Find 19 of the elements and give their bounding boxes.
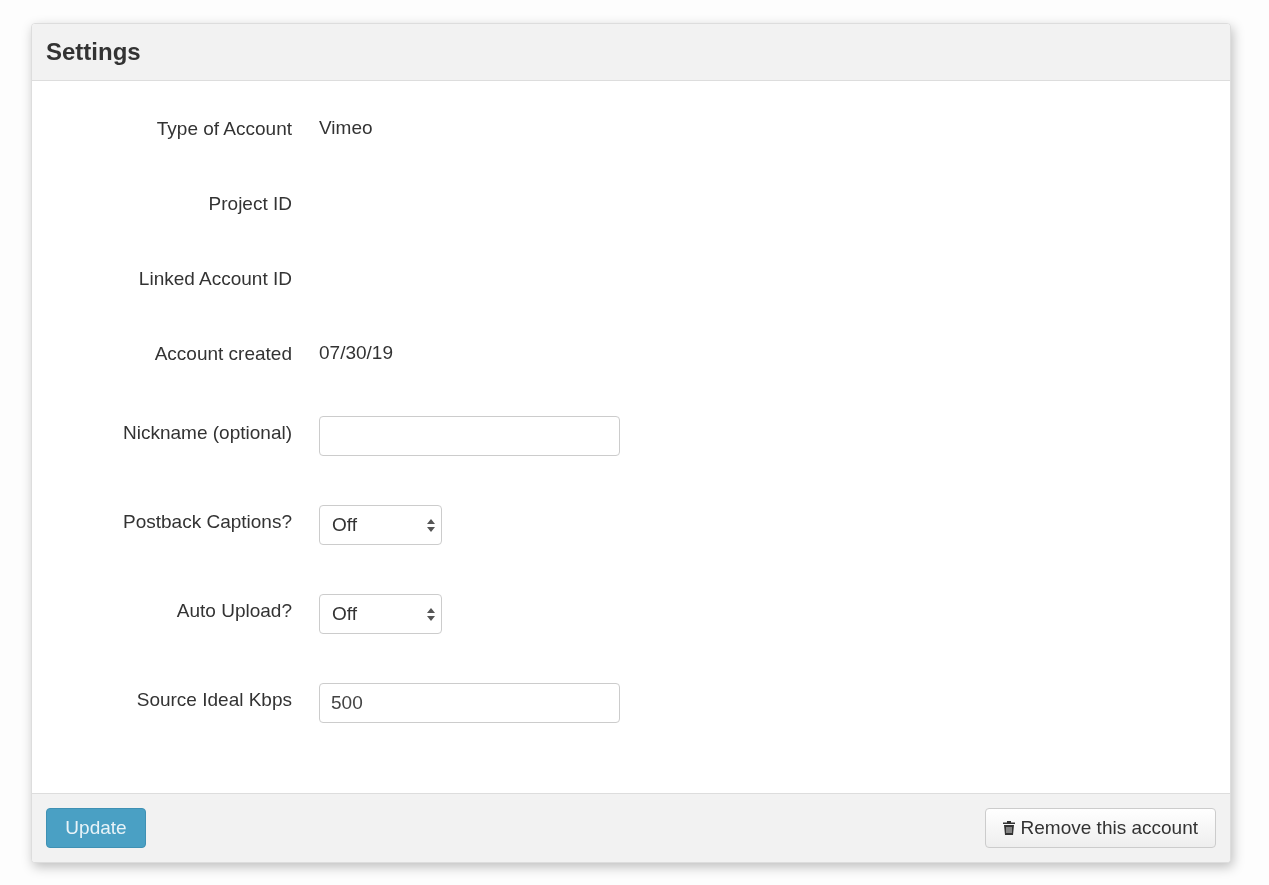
- up-down-arrows-icon: [427, 607, 435, 621]
- input-field[interactable]: 500: [319, 683, 620, 723]
- remove-account-button[interactable]: Remove this account: [984, 808, 1216, 848]
- select-dropdown[interactable]: Off: [319, 594, 442, 634]
- field-label: Postback Captions?: [122, 510, 293, 533]
- field-label: Linked Account ID: [137, 268, 293, 290]
- up-down-arrows-icon: [427, 518, 435, 532]
- field-label: Source Ideal Kbps: [135, 688, 293, 711]
- input-field[interactable]: [319, 416, 620, 456]
- field-value: Vimeo: [319, 118, 373, 138]
- field-label: Type of Account: [155, 118, 293, 140]
- field-label: Nickname (optional): [122, 421, 293, 444]
- panel-title: Settings: [46, 38, 141, 66]
- field-label: Account created: [153, 343, 293, 365]
- field-label: Auto Upload?: [175, 599, 293, 622]
- select-dropdown[interactable]: Off: [319, 505, 442, 545]
- field-label: Project ID: [207, 193, 293, 215]
- field-value: 07/30/19: [319, 343, 393, 363]
- trash-icon: [1002, 821, 1015, 835]
